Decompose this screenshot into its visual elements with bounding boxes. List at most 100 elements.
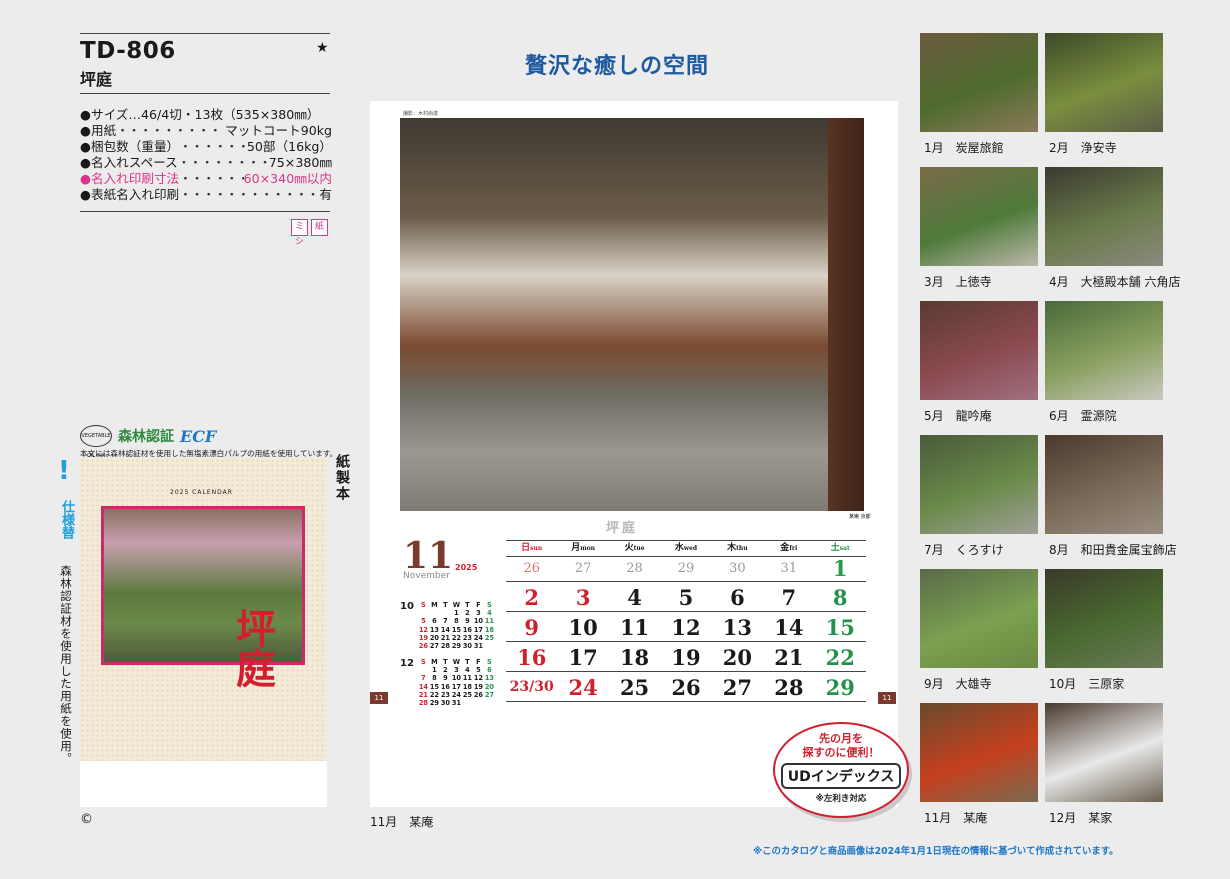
calendar-day: 28 (774, 675, 804, 700)
mini-day: 23 (462, 633, 473, 642)
weekday-sat: 土sat (815, 541, 866, 556)
mini-day: 24 (473, 633, 484, 642)
mini-day: 3 (476, 609, 481, 618)
mini-day: 13 (429, 625, 440, 634)
mini-week: 12 13 14 15 16 17 18 (418, 626, 495, 634)
mini-weekday: F (476, 658, 481, 666)
photo-credit: 撮影：木村尚達 (403, 111, 439, 117)
weekday-en: mon (580, 545, 595, 552)
spec-leader-dots (178, 155, 269, 171)
calendar-day: 9 (524, 615, 540, 640)
spec-change-label: 仕様替 (59, 500, 74, 539)
weekday-jp: 日 (521, 543, 531, 553)
star-mark: ★ (316, 40, 329, 56)
month-thumbnail (1045, 569, 1163, 668)
mini-day: 26 (418, 642, 429, 651)
spec-row: ●名入れ印刷寸法 60×340㎜以内 (80, 171, 332, 187)
mini-day: 22 (429, 690, 440, 699)
calendar-day: 1 (832, 556, 848, 581)
spec-value: 60×340㎜以内 (243, 171, 332, 186)
mini-day: 5 (476, 666, 481, 675)
mini-week: 28 29 30 31 (418, 699, 495, 707)
mini-day (418, 666, 429, 674)
headline: 贅沢な癒しの空間 (525, 53, 710, 79)
mini-weekday: T (465, 658, 470, 666)
mini-day: 31 (473, 642, 484, 651)
mini-day: 19 (473, 682, 484, 691)
weekday-en: tue (633, 545, 645, 552)
calendar-day: 24 (568, 675, 598, 700)
mini-day: 5 (421, 617, 426, 626)
mini-weekday: S (487, 601, 492, 609)
weekday-jp: 金 (780, 543, 790, 553)
spec-row: ●名入れスペース 75×380㎜ (80, 155, 332, 171)
catalog-footnote: ※このカタログと商品画像は2024年1月1日現在の情報に基づいて作成されています… (753, 846, 1119, 857)
mini-week: 26 27 28 29 30 31 (418, 642, 495, 650)
calendar-day: 27 (574, 561, 592, 576)
mini-day: 28 (440, 642, 451, 651)
weekday-fri: 金fri (763, 541, 814, 556)
spec-leader-dots (179, 171, 243, 187)
calendar-day: 30 (729, 561, 746, 576)
weekday-jp: 水 (674, 543, 684, 553)
thumbnail-caption: 3月 上徳寺 (924, 275, 992, 289)
spec-row: ●サイズ…46/4切・13枚（535×380㎜） (80, 107, 332, 123)
mini-week: 5 6 7 8 9 10 11 (418, 617, 495, 625)
spec-label: ●梱包数（重量） (80, 139, 180, 154)
mini-weekday: M (431, 658, 438, 666)
mini-weekday: W (452, 658, 461, 666)
mini-day: 9 (465, 617, 470, 626)
mini-day: 18 (484, 625, 495, 634)
spec-row: ●用紙 マットコート90kg (80, 123, 332, 139)
calendar-day: 31 (780, 561, 798, 576)
month-thumbnail (920, 569, 1038, 668)
cover-calendar-label: 2025 CALENDAR (170, 489, 233, 496)
month-thumbnail (920, 703, 1038, 802)
mini-day: 27 (484, 690, 495, 699)
calendar-day: 4 (627, 585, 642, 610)
spec-row: ●表紙名入れ印刷 有 (80, 187, 332, 203)
mini-grid: S M T W T F S 1 2 3 4 5 6 7 8 9 10 11 12 13 14 15 16 17 18 19 20 21… (418, 601, 495, 650)
month-thumbnail (920, 435, 1038, 534)
ecf-logo: ECF (180, 426, 217, 446)
photo-location: 某庵 京都 (849, 514, 871, 520)
mini-day (429, 609, 440, 617)
mini-day: 25 (462, 690, 473, 699)
mini-weekday: T (443, 658, 448, 666)
mini-day: 27 (429, 642, 440, 651)
weekday-wed: 水wed (660, 541, 711, 556)
weekday-header: 日sun 月mon 火tue 水wed 木thu 金fri 土sat (506, 540, 866, 557)
thumbnail-caption: 7月 くろすけ (924, 543, 1004, 557)
ud-line1: 先の月を (819, 732, 863, 745)
calendar-day: 13 (722, 615, 753, 640)
product-name: 坪庭 (80, 70, 113, 89)
vegetable-oil-ink-icon: VEGETABLE OIL INK (80, 425, 112, 459)
month-thumbnail (920, 301, 1038, 400)
mini-week: 7 8 9 10 11 12 13 (418, 674, 495, 682)
calendar-day: 26 (523, 561, 540, 576)
calendar-day: 8 (832, 585, 848, 610)
calendar-day: 22 (825, 645, 855, 670)
mini-weekday: S (421, 658, 426, 666)
spec-label: ●サイズ…46/4切・13枚（535×380㎜） (80, 107, 320, 122)
calendar-day: 17 (568, 645, 598, 670)
weekday-sun: 日sun (506, 541, 557, 556)
mini-day (462, 699, 473, 707)
mini-day: 2 (443, 666, 448, 675)
month-calendar: 日sun 月mon 火tue 水wed 木thu 金fri 土sat 26 27 28 29 30 31… (506, 540, 866, 702)
mini-day: 29 (451, 642, 462, 651)
mini-day: 4 (465, 666, 470, 675)
calendar-day: 19 (671, 645, 701, 670)
month-thumbnail (920, 33, 1038, 132)
calendar-week: 16 17 18 19 20 21 22 (506, 642, 866, 672)
mini-day: 10 (451, 674, 462, 683)
mini-day: 30 (440, 699, 451, 708)
mini-weekday: T (465, 601, 470, 609)
mini-day: 31 (451, 699, 462, 708)
mini-day: 22 (451, 633, 462, 642)
photo-pillar (828, 118, 864, 511)
thumbnail-caption: 12月 某家 (1049, 811, 1113, 825)
mini-day: 12 (473, 674, 484, 683)
calendar-day: 15 (825, 615, 855, 640)
weekday-tue: 火tue (609, 541, 660, 556)
